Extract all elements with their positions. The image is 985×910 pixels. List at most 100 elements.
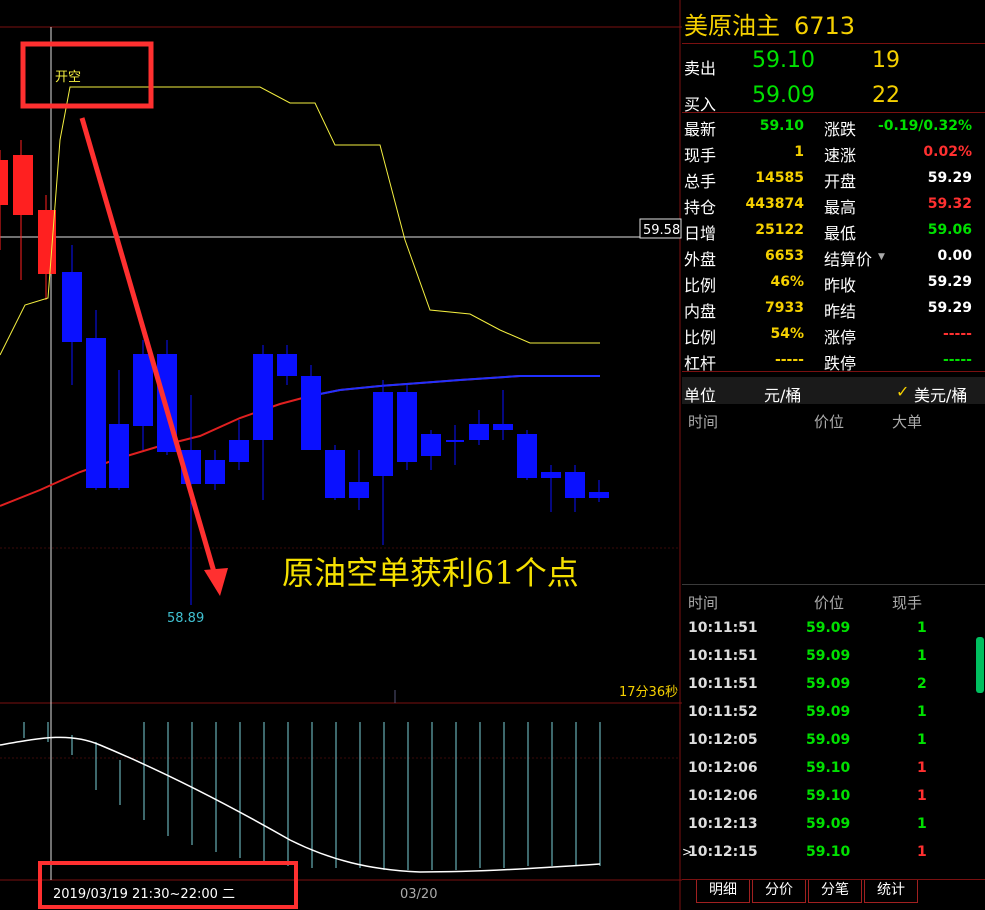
quote-row-value: 14585 xyxy=(755,170,804,186)
quote-row-value: 1 xyxy=(794,144,804,160)
tab-price-distribution[interactable]: 分价 xyxy=(752,880,806,903)
candle-down xyxy=(109,424,129,488)
quote-row-value: 59.29 xyxy=(927,300,972,316)
tick-time: 10:12:05 xyxy=(688,732,758,748)
ticks-price-header: 价位 xyxy=(814,594,845,612)
divider xyxy=(682,371,985,372)
quote-row-label: 涨跌 xyxy=(824,120,857,139)
tick-volume: 1 xyxy=(917,844,927,860)
candle-down xyxy=(253,354,273,440)
quote-row-value: ----- xyxy=(774,352,804,368)
tick-price: 59.09 xyxy=(806,676,851,692)
quote-row-label: 持仓 xyxy=(684,198,717,217)
candle-down xyxy=(493,424,513,430)
candle-down xyxy=(133,354,153,426)
candle-down xyxy=(541,472,561,478)
candle-up xyxy=(38,210,56,274)
candlestick-chart[interactable]: 59.58 开空 58.89 原油空单获利61个点 17分36秒 2019/03… xyxy=(0,0,682,910)
tick-volume: 1 xyxy=(917,760,927,776)
candles-group xyxy=(0,140,609,605)
tab-trades[interactable]: 分笔 xyxy=(808,880,862,903)
tick-volume: 1 xyxy=(917,816,927,832)
tick-price: 59.10 xyxy=(806,844,851,860)
quote-row-value: 59.06 xyxy=(927,222,972,238)
candle-down xyxy=(301,376,321,450)
tick-price: 59.09 xyxy=(806,732,851,748)
quote-row-value: 59.10 xyxy=(759,118,804,134)
candle-down xyxy=(517,434,537,478)
quote-row-value: 59.29 xyxy=(927,274,972,290)
tick-time: 10:12:06 xyxy=(688,788,758,804)
open-short-highlight xyxy=(20,41,154,109)
tick-time: 10:12:06 xyxy=(688,760,758,776)
quote-row-label: 现手 xyxy=(684,146,717,165)
quote-row-label: 开盘 xyxy=(824,172,857,191)
tick-volume: 1 xyxy=(917,732,927,748)
quote-row-value: 443874 xyxy=(745,196,804,212)
profit-annotation: 原油空单获利61个点 xyxy=(282,554,579,592)
unit-bar: 单位 元/桶 ✓ 美元/桶 xyxy=(682,377,985,406)
tick-volume: 1 xyxy=(917,788,927,804)
quote-row-label: 日增 xyxy=(684,224,717,243)
unit-value: 元/桶 xyxy=(764,386,802,405)
quote-row-label: 内盘 xyxy=(684,302,717,321)
quote-row-label: 总手 xyxy=(684,172,717,191)
tick-price: 59.09 xyxy=(806,648,851,664)
quote-row-value: ----- xyxy=(942,326,972,342)
divider xyxy=(682,43,985,44)
quote-row-label: 昨结 xyxy=(824,302,857,321)
quote-row-label: 比例 xyxy=(684,276,717,295)
tick-volume: 1 xyxy=(917,620,927,636)
tick-price: 59.10 xyxy=(806,788,851,804)
tick-price: 59.09 xyxy=(806,704,851,720)
bid-volume: 22 xyxy=(872,83,900,108)
low-price-label: 58.89 xyxy=(167,611,204,626)
tick-price: 59.09 xyxy=(806,620,851,636)
quote-row-label: 速涨 xyxy=(824,146,857,165)
stop-line-yellow xyxy=(0,86,600,356)
candle-down xyxy=(277,354,297,376)
divider xyxy=(682,112,985,113)
countdown-label: 17分36秒 xyxy=(619,685,678,700)
candle-down xyxy=(325,450,345,498)
instrument-name: 美原油主 xyxy=(684,12,780,40)
tick-volume: 2 xyxy=(917,676,927,692)
tick-time: 10:11:51 xyxy=(688,648,758,664)
quote-row-value: 59.29 xyxy=(927,170,972,186)
quote-row-value: -0.19/0.32% xyxy=(877,118,972,134)
x-axis-label: 03/20 xyxy=(400,887,437,902)
quote-row-label: 最新 xyxy=(684,120,717,139)
quote-row-label: 最高 xyxy=(824,198,857,217)
ticks-scrollbar[interactable] xyxy=(976,637,984,693)
candle-up xyxy=(0,160,8,205)
tick-time: 10:12:15 xyxy=(688,844,758,860)
chevron-down-icon[interactable]: ▼ xyxy=(878,252,885,262)
instrument-title: 美原油主 6713 xyxy=(684,6,855,41)
ma-line-blue xyxy=(309,375,600,397)
tick-volume: 1 xyxy=(917,704,927,720)
quote-row-value: 0.02% xyxy=(923,144,972,160)
candle-down xyxy=(373,392,393,476)
candle-down xyxy=(397,392,417,462)
quote-row-label: 最低 xyxy=(824,224,857,243)
ticks-time-header: 时间 xyxy=(688,594,719,612)
date-range-label: 2019/03/19 21:30~22:00 二 xyxy=(53,887,235,902)
quote-row-label: 涨停 xyxy=(824,328,857,347)
quote-row-label: 比例 xyxy=(684,328,717,347)
ask-price: 59.10 xyxy=(752,48,815,73)
quote-row-label: 外盘 xyxy=(684,250,717,269)
quote-row-value: 0.00 xyxy=(937,248,972,264)
candle-down xyxy=(229,440,249,462)
tab-detail[interactable]: 明细 xyxy=(696,880,750,903)
candle-down xyxy=(421,434,441,456)
candle-down xyxy=(469,424,489,440)
chart-canvas[interactable]: 59.58 开空 58.89 原油空单获利61个点 17分36秒 2019/03… xyxy=(0,0,682,910)
quote-row-value: ----- xyxy=(942,352,972,368)
tab-statistics[interactable]: 统计 xyxy=(864,880,918,903)
ask-label: 卖出 xyxy=(684,59,717,78)
bigorder-price-header: 价位 xyxy=(814,413,845,431)
quote-row-value: 59.32 xyxy=(927,196,972,212)
profit-arrow-head xyxy=(204,568,228,596)
unit-option[interactable]: 美元/桶 xyxy=(914,382,967,406)
bid-price: 59.09 xyxy=(752,83,815,108)
